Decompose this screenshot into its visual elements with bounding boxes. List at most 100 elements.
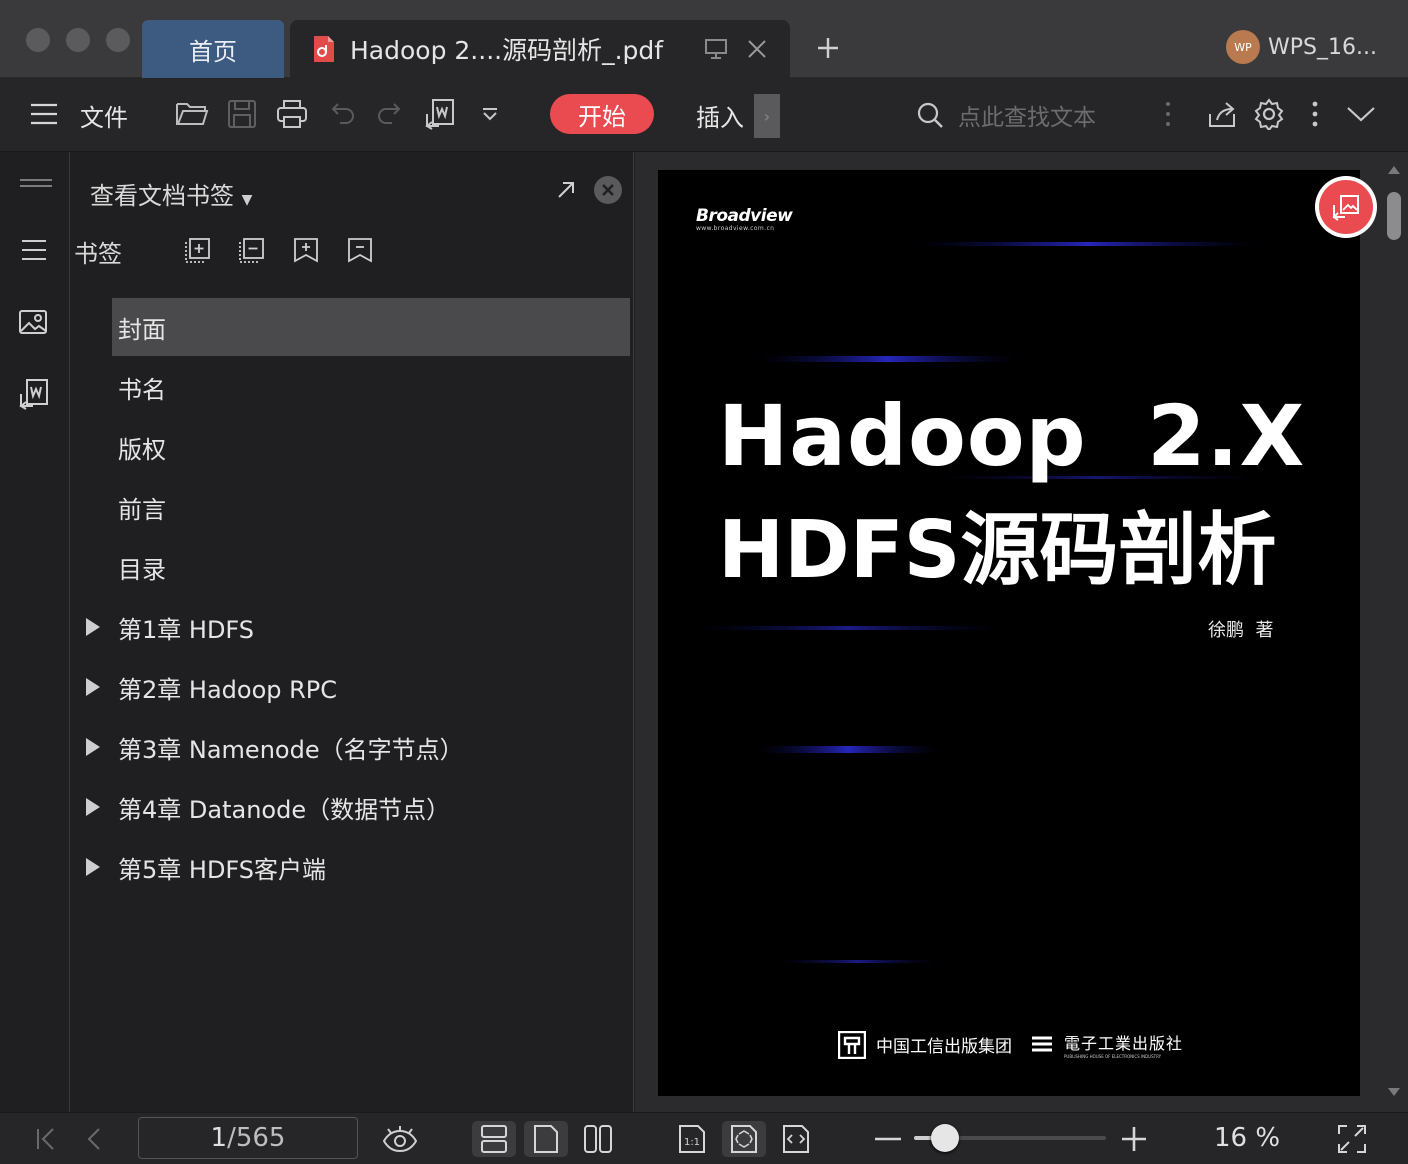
bookmark-item-label: 第5章 HDFS客户端 bbox=[118, 855, 327, 884]
search-icon bbox=[916, 101, 944, 129]
actual-size-icon[interactable]: 1:1 bbox=[670, 1121, 714, 1157]
bookmark-item[interactable]: 目录 bbox=[112, 538, 630, 596]
bookmark-item[interactable]: 第2章 Hadoop RPC bbox=[86, 658, 630, 716]
tab-home-label: 首页 bbox=[189, 37, 237, 66]
pdf-convert-icon[interactable] bbox=[18, 378, 50, 410]
new-tab-icon[interactable] bbox=[816, 36, 840, 60]
broadview-logo: Broadview www.broadview.com.cn bbox=[696, 206, 793, 232]
zoom-slider-thumb[interactable] bbox=[931, 1124, 959, 1152]
bookmark-panel-title: 查看文档书签 bbox=[90, 182, 234, 210]
zoom-window-button[interactable] bbox=[106, 28, 130, 52]
publisher-name-1: 中国工信出版集团 bbox=[876, 1037, 1012, 1057]
document-viewer[interactable]: Broadview www.broadview.com.cn Hadoop 2.… bbox=[635, 152, 1408, 1112]
single-page-icon[interactable] bbox=[524, 1121, 568, 1157]
tab-document[interactable]: Hadoop 2....源码剖析_.pdf bbox=[290, 20, 790, 78]
collapse-panel-icon[interactable] bbox=[20, 178, 52, 188]
thumbnail-image-icon[interactable] bbox=[18, 308, 48, 336]
close-window-button[interactable] bbox=[26, 28, 50, 52]
collapse-all-icon[interactable] bbox=[238, 236, 266, 264]
bookmark-item[interactable]: 第1章 HDFS bbox=[86, 598, 630, 656]
user-name: WPS_16... bbox=[1268, 34, 1377, 60]
bookmark-item-label: 第1章 HDFS bbox=[118, 615, 255, 644]
open-folder-icon[interactable] bbox=[174, 96, 210, 132]
expand-all-icon[interactable] bbox=[184, 236, 212, 264]
redo-icon[interactable] bbox=[372, 96, 408, 132]
total-pages: /565 bbox=[227, 1123, 286, 1153]
bookmark-item[interactable]: 书名 bbox=[112, 358, 630, 416]
previous-page-icon[interactable] bbox=[74, 1121, 114, 1157]
tab-home[interactable]: 首页 bbox=[142, 20, 284, 78]
eye-protection-icon[interactable] bbox=[380, 1121, 420, 1157]
bookmark-list-icon[interactable] bbox=[20, 238, 48, 262]
tab-start-button[interactable]: 开始 bbox=[550, 94, 654, 134]
tab-insert-button[interactable]: 插入 bbox=[696, 98, 744, 133]
first-page-icon[interactable] bbox=[26, 1121, 66, 1157]
convert-float-button[interactable] bbox=[1315, 176, 1377, 238]
delete-bookmark-icon[interactable] bbox=[346, 236, 374, 264]
title-bar: 首页 Hadoop 2....源码剖析_.pdf WP WPS_16... bbox=[0, 0, 1408, 78]
share-icon[interactable] bbox=[1204, 96, 1240, 132]
fullscreen-icon[interactable] bbox=[1332, 1121, 1372, 1157]
fit-width-icon[interactable] bbox=[774, 1121, 818, 1157]
more-chevron-icon[interactable] bbox=[472, 96, 508, 132]
vertical-scrollbar-thumb[interactable] bbox=[1387, 192, 1401, 240]
expand-arrow-icon[interactable] bbox=[86, 678, 100, 696]
scroll-up-arrow[interactable] bbox=[1388, 166, 1400, 174]
publisher-name-2-en: PUBLISHING HOUSE OF ELECTRONICS INDUSTRY bbox=[1064, 1054, 1162, 1059]
zoom-out-icon[interactable] bbox=[868, 1121, 908, 1157]
separator-dots-icon bbox=[1150, 96, 1186, 132]
settings-gear-icon[interactable] bbox=[1251, 96, 1287, 132]
menu-icon[interactable] bbox=[26, 96, 62, 132]
add-bookmark-icon[interactable] bbox=[292, 236, 320, 264]
bookmark-item-label: 第3章 Namenode（名字节点） bbox=[118, 735, 464, 764]
expand-arrow-icon[interactable] bbox=[86, 858, 100, 876]
minimize-window-button[interactable] bbox=[66, 28, 90, 52]
bookmark-item-label: 第4章 Datanode（数据节点） bbox=[118, 795, 451, 824]
cover-author: 徐鹏 著 bbox=[1208, 620, 1274, 641]
zoom-level[interactable]: 16 % bbox=[1214, 1123, 1280, 1153]
more-options-icon[interactable] bbox=[1297, 96, 1333, 132]
two-page-icon[interactable] bbox=[576, 1121, 620, 1157]
bookmark-item-label: 版权 bbox=[118, 435, 166, 464]
expand-arrow-icon[interactable] bbox=[86, 618, 100, 636]
main-toolbar: 文件 开始 插入 › 点此查找文本 bbox=[0, 78, 1408, 152]
fit-page-icon[interactable] bbox=[722, 1121, 766, 1157]
page-number-field[interactable]: 1/565 bbox=[138, 1117, 358, 1159]
search-box[interactable]: 点此查找文本 bbox=[916, 96, 1096, 134]
scroll-down-arrow[interactable] bbox=[1388, 1088, 1400, 1096]
bookmark-item[interactable]: 封面 bbox=[112, 298, 630, 356]
publisher-logo-icon bbox=[838, 1030, 866, 1059]
print-icon[interactable] bbox=[274, 96, 310, 132]
scroll-tabs-right-button[interactable]: › bbox=[754, 94, 780, 138]
close-tab-icon[interactable] bbox=[746, 38, 768, 60]
pop-out-icon[interactable] bbox=[556, 180, 576, 200]
start-label: 开始 bbox=[578, 102, 626, 131]
cover-title-line2: HDFS源码剖析 bbox=[718, 504, 1277, 596]
expand-arrow-icon[interactable] bbox=[86, 798, 100, 816]
pdf-page: Broadview www.broadview.com.cn Hadoop 2.… bbox=[658, 170, 1360, 1096]
collapse-ribbon-icon[interactable] bbox=[1343, 96, 1379, 132]
save-icon[interactable] bbox=[224, 96, 260, 132]
monitor-icon[interactable] bbox=[704, 38, 728, 60]
bookmark-view-dropdown[interactable]: 查看文档书签 ▼ bbox=[90, 176, 252, 211]
file-menu[interactable]: 文件 bbox=[80, 98, 128, 133]
continuous-scroll-icon[interactable] bbox=[472, 1121, 516, 1157]
close-panel-icon[interactable] bbox=[594, 176, 622, 204]
bookmark-item-label: 封面 bbox=[118, 315, 166, 344]
undo-icon[interactable] bbox=[324, 96, 360, 132]
zoom-slider-track[interactable] bbox=[914, 1124, 1106, 1152]
bookmark-item[interactable]: 第5章 HDFS客户端 bbox=[86, 838, 630, 896]
bookmark-item[interactable]: 前言 bbox=[112, 478, 630, 536]
expand-arrow-icon[interactable] bbox=[86, 738, 100, 756]
publisher-block: 中国工信出版集团 電子工業出版社 PUBLISHING HOUSE OF ELE… bbox=[838, 1030, 1183, 1059]
zoom-in-icon[interactable] bbox=[1114, 1121, 1154, 1157]
search-input[interactable]: 点此查找文本 bbox=[958, 98, 1096, 132]
user-account[interactable]: WP WPS_16... bbox=[1226, 30, 1377, 64]
bookmark-item[interactable]: 第3章 Namenode（名字节点） bbox=[86, 718, 630, 776]
bookmark-item[interactable]: 第4章 Datanode（数据节点） bbox=[86, 778, 630, 836]
publisher-name-2: 電子工業出版社 bbox=[1064, 1034, 1184, 1053]
bookmark-item[interactable]: 版权 bbox=[112, 418, 630, 476]
current-page: 1 bbox=[210, 1123, 228, 1153]
pdf-to-word-icon[interactable] bbox=[422, 96, 458, 132]
cover-title-line1: Hadoop 2.X bbox=[718, 387, 1306, 485]
